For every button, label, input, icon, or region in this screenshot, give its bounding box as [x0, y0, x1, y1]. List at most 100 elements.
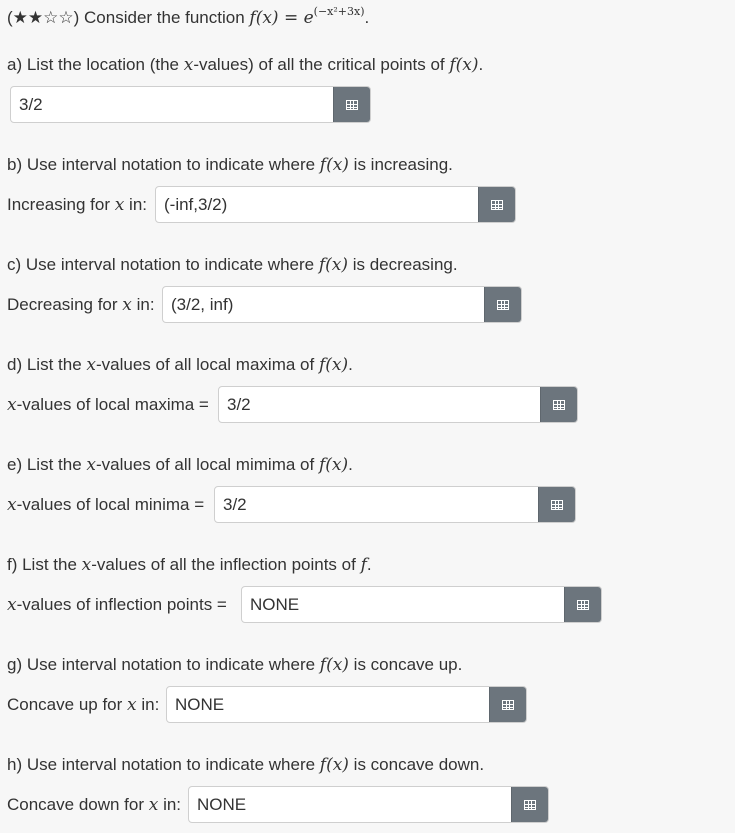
- prompt-text: .: [366, 555, 372, 574]
- matrix-grid-icon: [577, 599, 589, 610]
- label-text: Concave up for: [7, 695, 128, 714]
- answer-f-label: x-values of inflection points =: [7, 594, 227, 616]
- answer-e-field[interactable]: 3/2: [214, 486, 576, 523]
- answer-c-field[interactable]: (3/2, inf): [162, 286, 522, 323]
- prompt-math: f(x): [318, 255, 348, 275]
- answer-f-value[interactable]: NONE: [242, 587, 564, 622]
- answer-h-label: Concave down for x in:: [7, 794, 181, 816]
- prompt-text: .: [348, 355, 353, 374]
- prompt-math: x: [81, 555, 92, 575]
- prompt-math: f(x): [449, 55, 479, 75]
- prompt-text: h) Use interval notation to indicate whe…: [7, 755, 320, 774]
- answer-f-field[interactable]: NONE: [241, 586, 602, 623]
- function-exponent: (−x²+3x): [313, 5, 365, 18]
- answer-c-label: Decreasing for x in:: [7, 294, 155, 316]
- label-math: x: [114, 195, 125, 215]
- answer-h-value[interactable]: NONE: [189, 787, 511, 822]
- prompt-text: c) Use interval notation to indicate whe…: [7, 255, 319, 274]
- problem-header: (★★☆☆) Consider the function f(x) = e(−x…: [7, 5, 370, 31]
- answer-d-value[interactable]: 3/2: [219, 387, 540, 422]
- label-text: -values of inflection points =: [16, 595, 227, 614]
- question-b-prompt: b) Use interval notation to indicate whe…: [7, 154, 453, 176]
- equation-editor-button[interactable]: [489, 687, 526, 722]
- label-text: in:: [136, 695, 160, 714]
- label-text: Increasing for: [7, 195, 115, 214]
- answer-h-field[interactable]: NONE: [188, 786, 549, 823]
- answer-a-field[interactable]: 3/2: [10, 86, 371, 123]
- answer-e-value[interactable]: 3/2: [215, 487, 538, 522]
- equation-editor-button[interactable]: [511, 787, 548, 822]
- function-expression: f(x) = e: [249, 8, 314, 28]
- prompt-text: d) List the: [7, 355, 87, 374]
- prompt-text: is concave up.: [348, 655, 463, 674]
- label-text: in:: [131, 295, 155, 314]
- answer-e-label: x-values of local minima =: [7, 494, 204, 516]
- answer-g-label: Concave up for x in:: [7, 694, 159, 716]
- question-f-prompt: f) List the x-values of all the inflecti…: [7, 554, 372, 576]
- prompt-text: is increasing.: [348, 155, 453, 174]
- prompt-text: -values of all local maxima of: [95, 355, 319, 374]
- question-h-prompt: h) Use interval notation to indicate whe…: [7, 754, 484, 776]
- question-c-prompt: c) Use interval notation to indicate whe…: [7, 254, 458, 276]
- prompt-text: .: [478, 55, 484, 74]
- answer-b-field[interactable]: (-inf,3/2): [155, 186, 516, 223]
- equation-editor-button[interactable]: [478, 187, 515, 222]
- equation-editor-button[interactable]: [538, 487, 575, 522]
- prompt-text: f) List the: [7, 555, 82, 574]
- prompt-math: f(x): [318, 455, 349, 475]
- difficulty-stars: (★★☆☆): [7, 8, 80, 27]
- matrix-grid-icon: [346, 99, 358, 110]
- label-text: -values of local minima =: [16, 495, 205, 514]
- question-e-prompt: e) List the x-values of all local mimima…: [7, 454, 353, 476]
- prompt-text: e) List the: [7, 455, 87, 474]
- label-math: x: [7, 395, 17, 415]
- prompt-math: x: [86, 355, 96, 375]
- label-math: x: [148, 795, 159, 815]
- answer-d-label: x-values of local maxima =: [7, 394, 209, 416]
- header-text: Consider the function: [79, 8, 250, 27]
- answer-a-value[interactable]: 3/2: [11, 87, 333, 122]
- matrix-grid-icon: [553, 399, 565, 410]
- prompt-text: -values) of all the critical points of: [193, 55, 450, 74]
- question-a-prompt: a) List the location (the x-values) of a…: [7, 54, 483, 76]
- label-text: in:: [158, 795, 182, 814]
- answer-g-value[interactable]: NONE: [167, 687, 489, 722]
- label-text: -values of local maxima =: [16, 395, 209, 414]
- answer-g-field[interactable]: NONE: [166, 686, 527, 723]
- prompt-math: f(x): [319, 155, 349, 175]
- prompt-text: is decreasing.: [347, 255, 458, 274]
- matrix-grid-icon: [497, 299, 509, 310]
- label-math: x: [7, 595, 17, 615]
- answer-b-value[interactable]: (-inf,3/2): [156, 187, 478, 222]
- label-math: x: [122, 295, 132, 315]
- label-text: Decreasing for: [7, 295, 123, 314]
- prompt-text: -values of all local mimima of: [95, 455, 319, 474]
- equation-editor-button[interactable]: [484, 287, 521, 322]
- prompt-text: b) Use interval notation to indicate whe…: [7, 155, 320, 174]
- answer-d-field[interactable]: 3/2: [218, 386, 578, 423]
- equation-editor-button[interactable]: [540, 387, 577, 422]
- prompt-math: f(x): [319, 655, 349, 675]
- matrix-grid-icon: [491, 199, 503, 210]
- prompt-text: .: [348, 455, 353, 474]
- prompt-text: a) List the location (the: [7, 55, 184, 74]
- question-g-prompt: g) Use interval notation to indicate whe…: [7, 654, 462, 676]
- label-text: in:: [124, 195, 148, 214]
- equation-editor-button[interactable]: [564, 587, 601, 622]
- prompt-text: is concave down.: [348, 755, 485, 774]
- question-d-prompt: d) List the x-values of all local maxima…: [7, 354, 353, 376]
- prompt-text: -values of all the inflection points of: [91, 555, 361, 574]
- answer-c-value[interactable]: (3/2, inf): [163, 287, 484, 322]
- label-math: x: [127, 695, 137, 715]
- matrix-grid-icon: [502, 699, 514, 710]
- header-end: .: [364, 8, 370, 27]
- matrix-grid-icon: [551, 499, 563, 510]
- equation-editor-button[interactable]: [333, 87, 370, 122]
- prompt-math: x: [183, 55, 194, 75]
- answer-b-label: Increasing for x in:: [7, 194, 147, 216]
- prompt-text: g) Use interval notation to indicate whe…: [7, 655, 320, 674]
- prompt-math: f(x): [318, 355, 349, 375]
- matrix-grid-icon: [524, 799, 536, 810]
- label-text: Concave down for: [7, 795, 149, 814]
- label-math: x: [7, 495, 17, 515]
